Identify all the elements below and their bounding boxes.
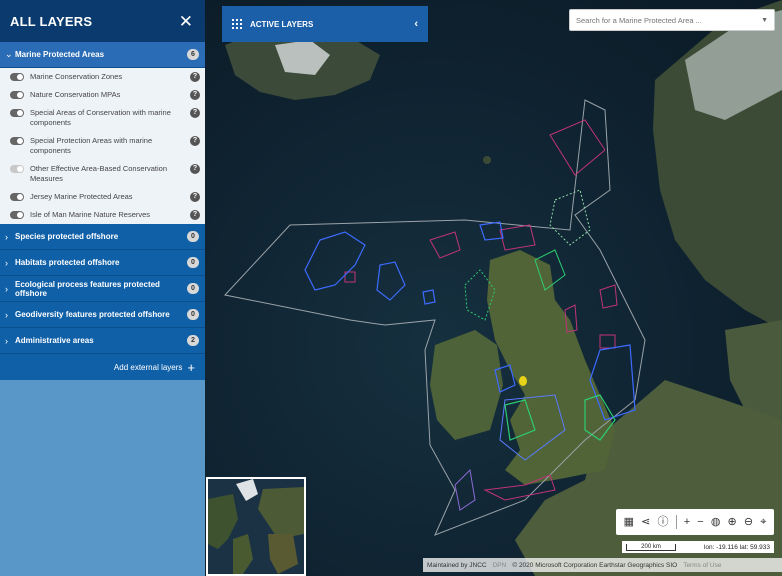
layer-item-mcz: Marine Conservation Zones ? xyxy=(0,68,205,86)
layer-toggle[interactable] xyxy=(10,211,24,219)
group-label: Administrative areas xyxy=(15,336,94,345)
layer-count-badge: 2 xyxy=(187,335,199,346)
chevron-left-icon[interactable]: ‹ xyxy=(414,18,418,30)
toolbar-divider xyxy=(675,515,677,529)
layers-sidebar: ALL LAYERS ✕ ⌄ Marine Protected Areas 6 … xyxy=(0,0,205,576)
group-label: Marine Protected Areas xyxy=(15,50,105,59)
help-icon[interactable]: ? xyxy=(190,72,200,82)
layer-label: Special Protection Areas with marine com… xyxy=(30,136,153,155)
layer-item-ncmpa: Nature Conservation MPAs ? xyxy=(0,86,205,104)
help-icon[interactable]: ? xyxy=(190,192,200,202)
chevron-down-icon: ⌄ xyxy=(5,49,13,59)
group-administrative[interactable]: › Administrative areas 2 xyxy=(0,328,205,354)
layer-label: Special Areas of Conservation with marin… xyxy=(30,108,171,127)
active-layers-label: ACTIVE LAYERS xyxy=(250,19,314,29)
group-label: Ecological process features protected of… xyxy=(15,279,160,298)
mpa-layer-list: Marine Conservation Zones ? Nature Conse… xyxy=(0,68,205,224)
layer-label: Jersey Marine Protected Areas xyxy=(30,192,133,201)
group-label: Habitats protected offshore xyxy=(15,258,120,267)
layer-item-sac: Special Areas of Conservation with marin… xyxy=(0,104,205,132)
plus-icon: + xyxy=(187,359,195,375)
help-icon[interactable]: ? xyxy=(190,108,200,118)
layer-item-oecm: Other Effective Area-Based Conservation … xyxy=(0,160,205,188)
attribution-bar: Maintained by JNCC DPN © 2020 Microsoft … xyxy=(423,558,782,572)
layer-item-jersey: Jersey Marine Protected Areas ? xyxy=(0,188,205,206)
layer-count-badge: 0 xyxy=(187,309,199,320)
group-habitats[interactable]: › Habitats protected offshore 0 xyxy=(0,250,205,276)
map-icon[interactable]: ▦ xyxy=(624,516,634,528)
group-species[interactable]: › Species protected offshore 0 xyxy=(0,224,205,250)
overview-minimap[interactable] xyxy=(206,477,306,576)
caret-down-icon[interactable]: ▼ xyxy=(761,17,768,24)
magnify-plus-icon[interactable]: ⊕ xyxy=(728,516,737,528)
layer-label: Marine Conservation Zones xyxy=(30,72,123,81)
layer-label: Nature Conservation MPAs xyxy=(30,90,121,99)
zoom-out-icon[interactable]: − xyxy=(697,516,703,528)
info-icon[interactable]: ⓘ xyxy=(657,516,668,528)
add-external-layers-button[interactable]: Add external layers + xyxy=(0,354,205,380)
layer-count-badge: 0 xyxy=(187,231,199,242)
layer-count-badge: 0 xyxy=(187,257,199,268)
search-input[interactable] xyxy=(576,15,762,25)
help-icon[interactable]: ? xyxy=(190,210,200,220)
chevron-right-icon: › xyxy=(5,309,8,320)
layer-toggle[interactable] xyxy=(10,91,24,99)
layer-toggle[interactable] xyxy=(10,109,24,117)
layer-count-badge: 6 xyxy=(187,49,199,60)
globe-icon[interactable]: ◍ xyxy=(711,516,721,528)
layer-item-spa: Special Protection Areas with marine com… xyxy=(0,132,205,160)
chevron-right-icon: › xyxy=(5,283,8,294)
copyright-text: © 2020 Microsoft Corporation Earthstar G… xyxy=(512,561,678,569)
grid-icon xyxy=(232,19,242,29)
provider-logo: DPN xyxy=(492,561,507,569)
mpa-search[interactable]: ▼ xyxy=(569,9,775,31)
group-marine-protected-areas[interactable]: ⌄ Marine Protected Areas 6 xyxy=(0,42,205,68)
layer-toggle[interactable] xyxy=(10,165,24,173)
help-icon[interactable]: ? xyxy=(190,164,200,174)
sidebar-header: ALL LAYERS ✕ xyxy=(0,0,205,42)
zoom-in-icon[interactable]: + xyxy=(684,516,690,528)
locate-icon[interactable]: ⌖ xyxy=(760,516,766,528)
help-icon[interactable]: ? xyxy=(190,136,200,146)
maintained-by: Maintained by JNCC xyxy=(427,561,487,569)
chevron-right-icon: › xyxy=(5,335,8,346)
layer-toggle[interactable] xyxy=(10,193,24,201)
layer-count-badge: 0 xyxy=(187,283,199,294)
layer-item-isle-of-man: Isle of Man Marine Nature Reserves ? xyxy=(0,206,205,224)
add-external-label: Add external layers xyxy=(113,362,183,372)
terms-of-use-link[interactable]: Terms of Use xyxy=(683,562,721,569)
scale-bar: 200 km xyxy=(626,543,676,551)
minimap-world xyxy=(208,479,304,574)
chevron-right-icon: › xyxy=(5,231,8,242)
cursor-coordinates: lon: -19.116 lat: 59.933 xyxy=(703,543,770,551)
group-label: Geodiversity features protected offshore xyxy=(15,310,170,319)
close-icon[interactable]: ✕ xyxy=(179,13,193,30)
group-ecological[interactable]: › Ecological process features protected … xyxy=(0,276,205,302)
active-layers-panel[interactable]: ACTIVE LAYERS ‹ xyxy=(222,6,428,42)
layer-label: Isle of Man Marine Nature Reserves xyxy=(30,210,151,219)
sidebar-title: ALL LAYERS xyxy=(10,13,93,29)
layer-toggle[interactable] xyxy=(10,73,24,81)
help-icon[interactable]: ? xyxy=(190,90,200,100)
share-icon[interactable]: ⋖ xyxy=(641,516,650,528)
map-toolbar: ▦ ⋖ ⓘ + − ◍ ⊕ ⊖ ⌖ xyxy=(616,509,774,535)
group-label: Species protected offshore xyxy=(15,232,119,241)
chevron-right-icon: › xyxy=(5,257,8,268)
layer-label: Other Effective Area-Based Conservation … xyxy=(30,164,168,183)
magnify-minus-icon[interactable]: ⊖ xyxy=(744,516,753,528)
scale-and-coordinates: 200 km lon: -19.116 lat: 59.933 xyxy=(622,541,774,553)
layer-toggle[interactable] xyxy=(10,137,24,145)
group-geodiversity[interactable]: › Geodiversity features protected offsho… xyxy=(0,302,205,328)
